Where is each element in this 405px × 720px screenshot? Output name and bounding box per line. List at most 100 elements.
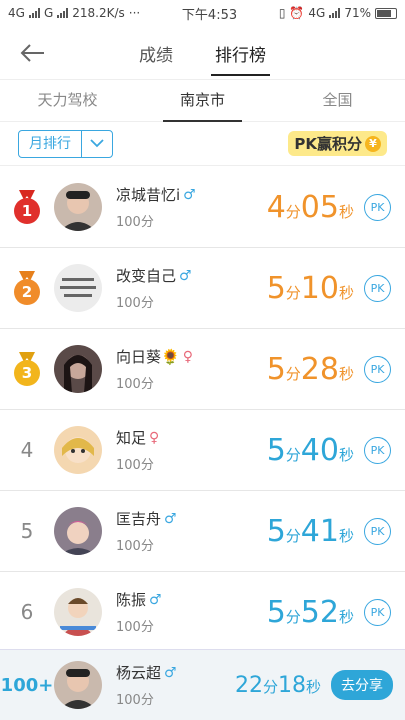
rank-number: 1: [14, 198, 40, 224]
net-speed: 218.2K/s: [72, 6, 125, 20]
user-name: 凉城昔忆i: [116, 186, 181, 204]
pk-button[interactable]: PK: [364, 355, 391, 383]
back-arrow-icon[interactable]: [20, 40, 48, 66]
seconds-unit: 秒: [338, 445, 354, 464]
period-dropdown-label: 月排行: [19, 130, 82, 157]
seconds-unit: 秒: [338, 283, 354, 302]
seconds: 05: [300, 189, 339, 225]
time-value: 5 分 40 秒: [267, 433, 354, 468]
nav-bar: 成绩 排行榜: [0, 26, 405, 80]
minutes-unit: 分: [285, 283, 301, 302]
minutes-unit: 分: [285, 607, 301, 626]
rank-number: 3: [14, 360, 40, 386]
orange-medal-icon: 2: [13, 271, 41, 305]
rank-number: 2: [14, 279, 40, 305]
seconds-unit: 秒: [338, 364, 354, 383]
male-icon: ♂: [164, 510, 177, 527]
list-item[interactable]: 2 改变自己 ♂ 100分 5 分 10 秒 PK: [0, 248, 405, 329]
signal-icon-2: [57, 8, 69, 18]
tab-school[interactable]: 天力驾校: [0, 80, 135, 121]
female-icon: ♀: [149, 429, 160, 446]
my-rank: 100+: [0, 674, 54, 696]
pk-button[interactable]: PK: [364, 436, 391, 464]
minutes-unit: 分: [285, 445, 301, 464]
vibrate-icon: ▯: [278, 6, 286, 20]
male-icon: ♂: [179, 267, 192, 284]
network-label: 4G: [8, 6, 25, 20]
rank-cell: 1: [0, 190, 54, 224]
avatar[interactable]: [54, 507, 102, 555]
list-item[interactable]: 4 知足 ♀ 100分 5 分 40 秒 PK: [0, 410, 405, 491]
avatar[interactable]: [54, 183, 102, 231]
time-value: 5 分 10 秒: [267, 271, 354, 306]
tab-city[interactable]: 南京市: [135, 80, 270, 122]
signal-icon-3: [329, 8, 341, 18]
seconds: 28: [300, 351, 339, 387]
seconds: 40: [300, 432, 339, 468]
battery-icon: [374, 7, 397, 19]
minutes: 5: [266, 270, 286, 306]
battery-percent: 71%: [344, 6, 371, 20]
seconds-unit: 秒: [338, 607, 354, 626]
female-icon: ♀: [182, 348, 193, 365]
male-icon: ♂: [149, 591, 162, 608]
user-name: 向日葵🌻: [116, 348, 180, 366]
user-score: 100分: [116, 620, 154, 635]
pk-button[interactable]: PK: [364, 598, 391, 626]
network-label-2: G: [43, 6, 54, 20]
minutes: 5: [266, 351, 286, 387]
period-dropdown[interactable]: 月排行: [18, 129, 113, 158]
user-name: 陈振: [116, 591, 147, 609]
male-icon: ♂: [183, 186, 196, 203]
time-value: 22 分 18 秒: [235, 673, 321, 698]
seconds: 10: [300, 270, 339, 306]
share-button[interactable]: 去分享: [331, 670, 393, 700]
coin-icon: ¥: [365, 135, 381, 152]
avatar[interactable]: [54, 264, 102, 312]
time-value: 4 分 05 秒: [267, 190, 354, 225]
pk-button[interactable]: PK: [364, 517, 391, 545]
filter-bar: 月排行 PK赢积分 ¥: [0, 122, 405, 166]
my-rank-bar: 100+ 杨云超 ♂ 100分 22 分 18 秒 去分享: [0, 649, 405, 720]
list-item[interactable]: 1 凉城昔忆i ♂ 100分 4 分 05 秒 PK: [0, 167, 405, 248]
minutes: 22: [234, 672, 263, 698]
minutes-unit: 分: [285, 364, 301, 383]
chevron-down-icon: [82, 139, 112, 148]
list-item[interactable]: 3 向日葵🌻 ♀ 100分 5 分 28 秒 PK: [0, 329, 405, 410]
list-item[interactable]: 6 陈振 ♂ 100分 5 分 52 秒 PK: [0, 572, 405, 653]
user-name: 知足: [116, 429, 147, 447]
tab-leaderboard[interactable]: 排行榜: [211, 29, 270, 76]
avatar[interactable]: [54, 588, 102, 636]
time-value: 5 分 28 秒: [267, 352, 354, 387]
tab-national[interactable]: 全国: [270, 80, 405, 121]
user-score: 100分: [116, 215, 154, 230]
tab-scores[interactable]: 成绩: [135, 29, 177, 76]
rank-number: 5: [20, 519, 34, 543]
status-bar: 4G G 218.2K/s ··· 下午4:53 ▯ ⏰ 4G 71%: [0, 0, 405, 26]
pk-button[interactable]: PK: [364, 193, 391, 221]
user-name: 杨云超: [116, 664, 162, 682]
minutes-unit: 分: [285, 526, 301, 545]
signal-icon: [28, 8, 40, 18]
minutes: 4: [266, 189, 286, 225]
avatar[interactable]: [54, 345, 102, 393]
avatar[interactable]: [54, 426, 102, 474]
avatar[interactable]: [54, 661, 102, 709]
seconds-unit: 秒: [305, 677, 321, 696]
male-icon: ♂: [164, 664, 177, 681]
pk-button[interactable]: PK: [364, 274, 391, 302]
user-score: 100分: [116, 539, 154, 554]
seconds: 41: [300, 513, 339, 549]
list-item[interactable]: 5 匡吉舟 ♂ 100分 5 分 41 秒 PK: [0, 491, 405, 572]
rank-number: 4: [20, 438, 34, 462]
gold-medal-icon: 3: [13, 352, 41, 386]
pk-reward-banner[interactable]: PK赢积分 ¥: [288, 131, 387, 156]
region-tabs: 天力驾校 南京市 全国: [0, 80, 405, 122]
minutes-unit: 分: [285, 202, 301, 221]
user-score: 100分: [116, 296, 154, 311]
more-dots: ···: [128, 6, 141, 20]
rank-cell: 3: [0, 352, 54, 386]
user-score: 100分: [116, 693, 154, 708]
time-value: 5 分 41 秒: [267, 514, 354, 549]
red-medal-icon: 1: [13, 190, 41, 224]
